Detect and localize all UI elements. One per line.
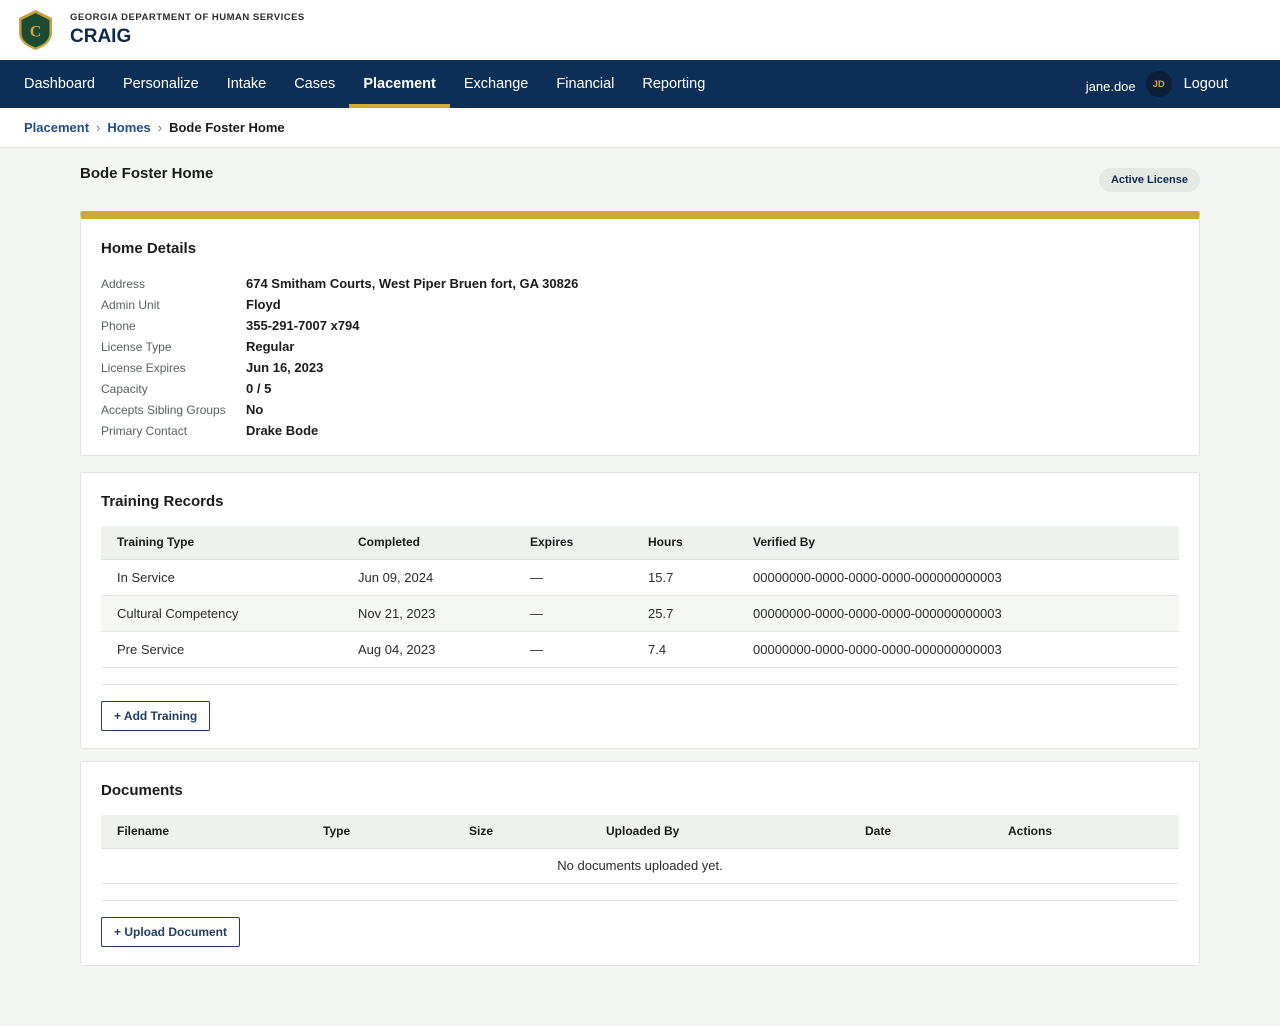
shield-logo-icon: C <box>19 10 52 50</box>
detail-row-primary-contact: Primary Contact Drake Bode <box>101 420 1179 441</box>
column-header-filename: Filename <box>101 815 307 849</box>
username: jane.doe <box>1085 78 1136 94</box>
training-records-title: Training Records <box>101 493 224 510</box>
logout-link[interactable]: Logout <box>1184 76 1228 92</box>
page-header: Bode Foster Home Active License <box>80 163 1200 193</box>
detail-label: Phone <box>101 318 136 333</box>
cell-training-type: Pre Service <box>101 631 342 668</box>
documents-card: Documents Filename Type Size Uploaded By… <box>80 761 1200 966</box>
logo-letter: C <box>30 24 42 41</box>
detail-value: Drake Bode <box>246 423 319 438</box>
detail-row-license-type: License Type Regular <box>101 336 1179 357</box>
training-table: Training Type Completed Expires Hours Ve… <box>101 526 1179 668</box>
avatar[interactable]: JD <box>1145 71 1172 97</box>
brand: GEORGIA DEPARTMENT OF HUMAN SERVICES CRA… <box>70 12 305 48</box>
app-header: C GEORGIA DEPARTMENT OF HUMAN SERVICES C… <box>0 0 1280 60</box>
table-empty-row: No documents uploaded yet. <box>101 848 1179 884</box>
nav-item-reporting[interactable]: Reporting <box>628 60 719 108</box>
detail-value: 0 / 5 <box>246 381 272 396</box>
user-menu: jane.doe JD Logout <box>1086 60 1228 108</box>
upload-document-button[interactable]: + Upload Document <box>101 916 241 947</box>
org-name: GEORGIA DEPARTMENT OF HUMAN SERVICES <box>70 12 305 23</box>
cell-expires: — <box>514 631 632 668</box>
breadcrumb-homes[interactable]: Homes <box>107 120 150 135</box>
cell-expires: — <box>514 559 632 596</box>
divider <box>101 899 1179 901</box>
cell-expires: — <box>514 595 632 632</box>
breadcrumb-separator: › <box>157 120 163 135</box>
cell-verified-by: 00000000-0000-0000-0000-000000000003 <box>737 631 1179 668</box>
nav-item-financial[interactable]: Financial <box>542 60 628 108</box>
cell-completed: Nov 21, 2023 <box>342 595 514 632</box>
nav-item-cases[interactable]: Cases <box>280 60 349 108</box>
home-details-title: Home Details <box>101 240 197 257</box>
column-header-size: Size <box>453 815 590 849</box>
cell-hours: 25.7 <box>632 595 737 632</box>
app-name: CRAIG <box>70 26 132 47</box>
column-header-uploaded-by: Uploaded By <box>590 815 849 849</box>
main-nav: Dashboard Personalize Intake Cases Place… <box>0 60 1280 108</box>
table-header-row: Training Type Completed Expires Hours Ve… <box>101 526 1179 560</box>
column-header-hours: Hours <box>632 526 737 560</box>
detail-label: Primary Contact <box>101 423 188 438</box>
home-details-card: Home Details Address 674 Smitham Courts,… <box>80 211 1200 456</box>
column-header-completed: Completed <box>342 526 514 560</box>
detail-value: 355-291-7007 x794 <box>246 318 360 333</box>
status-badge: Active License <box>1098 168 1200 192</box>
cell-completed: Jun 09, 2024 <box>342 559 514 596</box>
training-records-card: Training Records Training Type Completed… <box>80 472 1200 749</box>
documents-title: Documents <box>101 782 183 799</box>
divider <box>101 683 1179 685</box>
detail-row-capacity: Capacity 0 / 5 <box>101 378 1179 399</box>
nav-item-placement[interactable]: Placement <box>349 60 450 108</box>
documents-table: Filename Type Size Uploaded By Date Acti… <box>101 815 1179 884</box>
nav-item-personalize[interactable]: Personalize <box>109 60 213 108</box>
detail-label: License Expires <box>101 360 186 375</box>
detail-value: 674 Smitham Courts, West Piper Bruen for… <box>246 276 579 291</box>
detail-row-admin-unit: Admin Unit Floyd <box>101 294 1179 315</box>
detail-label: Address <box>101 276 146 291</box>
detail-row-sibling-groups: Accepts Sibling Groups No <box>101 399 1179 420</box>
detail-row-license-expires: License Expires Jun 16, 2023 <box>101 357 1179 378</box>
add-training-button[interactable]: + Add Training <box>101 700 211 731</box>
detail-label: Accepts Sibling Groups <box>101 402 226 417</box>
breadcrumb-current: Bode Foster Home <box>169 120 285 135</box>
table-row: In Service Jun 09, 2024 — 15.7 00000000-… <box>101 559 1179 596</box>
cell-verified-by: 00000000-0000-0000-0000-000000000003 <box>737 559 1179 596</box>
cell-training-type: Cultural Competency <box>101 595 342 632</box>
nav-item-dashboard[interactable]: Dashboard <box>10 60 109 108</box>
page-title: Bode Foster Home <box>80 165 214 182</box>
table-row: Cultural Competency Nov 21, 2023 — 25.7 … <box>101 595 1179 632</box>
table-header-row: Filename Type Size Uploaded By Date Acti… <box>101 815 1179 849</box>
breadcrumb-placement[interactable]: Placement <box>24 120 89 135</box>
details-list: Address 674 Smitham Courts, West Piper B… <box>101 273 1179 441</box>
nav-item-exchange[interactable]: Exchange <box>450 60 543 108</box>
detail-row-address: Address 674 Smitham Courts, West Piper B… <box>101 273 1179 294</box>
cell-training-type: In Service <box>101 559 342 596</box>
column-header-type: Type <box>307 815 453 849</box>
detail-row-phone: Phone 355-291-7007 x794 <box>101 315 1179 336</box>
detail-value: Regular <box>246 339 295 354</box>
breadcrumb: Placement › Homes › Bode Foster Home <box>0 108 1280 148</box>
column-header-verified-by: Verified By <box>737 526 1179 560</box>
empty-message: No documents uploaded yet. <box>101 848 1179 884</box>
cell-verified-by: 00000000-0000-0000-0000-000000000003 <box>737 595 1179 632</box>
nav-item-intake[interactable]: Intake <box>213 60 281 108</box>
detail-value: Floyd <box>246 297 281 312</box>
table-row: Pre Service Aug 04, 2023 — 7.4 00000000-… <box>101 631 1179 668</box>
column-header-training-type: Training Type <box>101 526 342 560</box>
column-header-actions: Actions <box>992 815 1179 849</box>
cell-completed: Aug 04, 2023 <box>342 631 514 668</box>
cell-hours: 7.4 <box>632 631 737 668</box>
column-header-expires: Expires <box>514 526 632 560</box>
detail-label: Admin Unit <box>101 297 160 312</box>
detail-value: No <box>246 402 264 417</box>
breadcrumb-separator: › <box>96 120 101 135</box>
cell-hours: 15.7 <box>632 559 737 596</box>
column-header-date: Date <box>849 815 992 849</box>
detail-label: License Type <box>101 339 172 354</box>
detail-value: Jun 16, 2023 <box>246 360 324 375</box>
detail-label: Capacity <box>101 381 148 396</box>
